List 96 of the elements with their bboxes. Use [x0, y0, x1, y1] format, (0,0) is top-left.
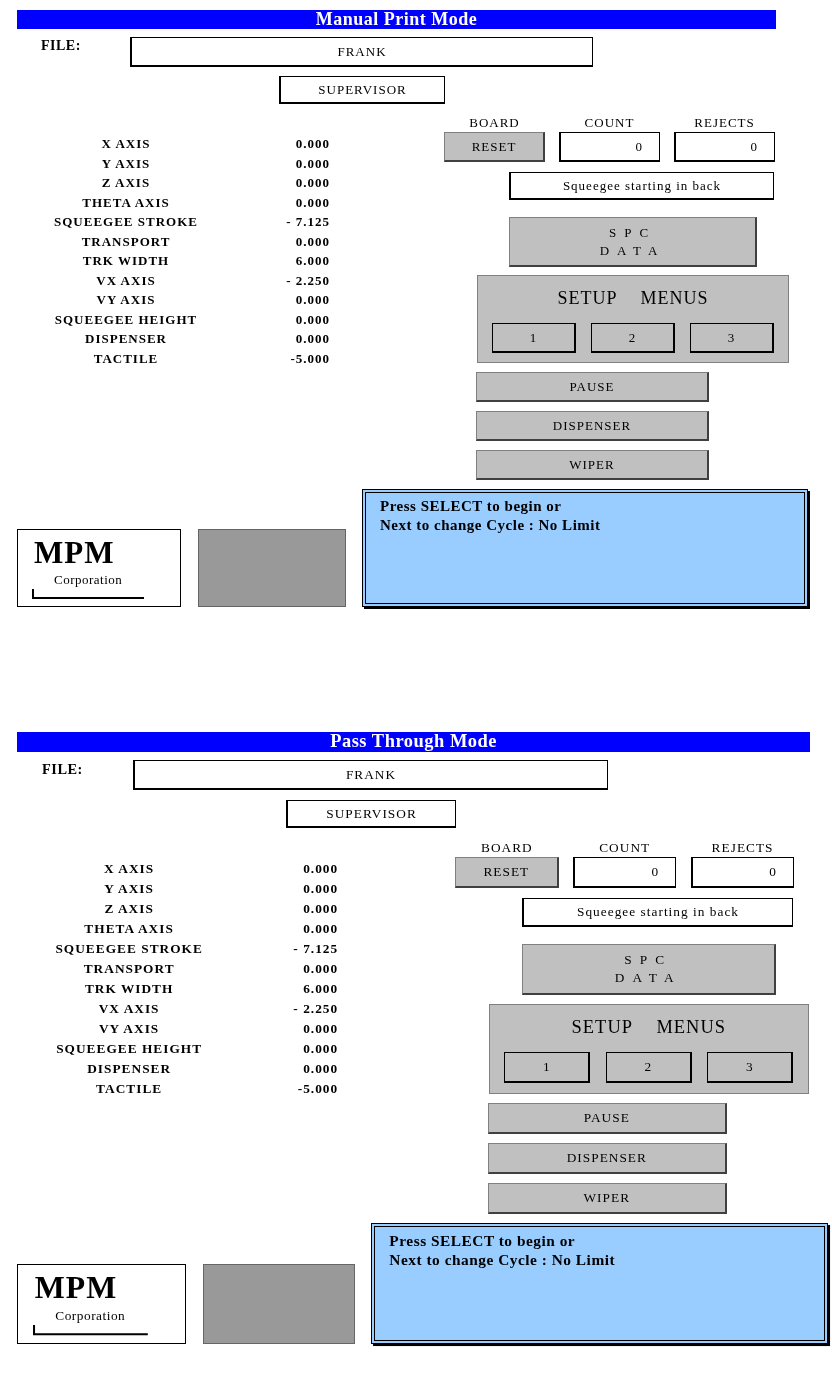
spc-data-button[interactable]: SPC DATA	[521, 944, 776, 996]
axis-value: 0.000	[294, 291, 330, 309]
message-text: Press SELECT to begin or	[389, 1231, 577, 1251]
count-field: 0	[572, 857, 677, 888]
axis-label: DISPENSER	[86, 1059, 173, 1078]
axis-value: - 7.125	[292, 940, 339, 959]
axis-label: SQUEEGEE STROKE	[53, 213, 199, 231]
axis-label: SQUEEGEE HEIGHT	[55, 1039, 204, 1058]
axis-label: VX AXIS	[97, 1000, 161, 1018]
count-field: 0	[559, 132, 660, 162]
axis-value: 0.000	[302, 1019, 339, 1038]
axis-label: DISPENSER	[84, 330, 168, 348]
axis-label: SQUEEGEE STROKE	[54, 940, 204, 959]
axis-label: TRANSPORT	[80, 232, 172, 251]
axis-value: 0.000	[294, 174, 330, 192]
logo-subtitle: Corporation	[54, 572, 123, 588]
file-field[interactable]: FRANK	[133, 759, 608, 791]
axis-label: VY AXIS	[97, 1019, 161, 1038]
user-level-field: SUPERVISOR	[279, 76, 445, 104]
count-label: COUNT	[583, 116, 636, 130]
user-level-field: SUPERVISOR	[285, 799, 457, 829]
status-field: Squeegee starting in back	[509, 172, 774, 200]
axis-value: - 2.250	[292, 1000, 339, 1018]
message-text: Press SELECT to begin or	[380, 497, 563, 516]
axis-label: TRK WIDTH	[83, 980, 175, 998]
file-field[interactable]: FRANK	[130, 37, 593, 67]
axis-value: 0.000	[294, 232, 330, 251]
rejects-label: REJECTS	[693, 116, 756, 130]
spc-data-button[interactable]: SPC DATA	[509, 217, 757, 267]
message-text: Next to change Cycle : No Limit	[380, 516, 602, 535]
axis-value: 0.000	[294, 135, 330, 153]
axis-label: THETA AXIS	[81, 193, 171, 212]
axis-label: TRANSPORT	[82, 960, 176, 978]
axis-value: 0.000	[302, 920, 339, 939]
setup-menu-button[interactable]: 1	[504, 1052, 591, 1083]
action-button[interactable]: WIPER	[476, 450, 709, 480]
reset-button[interactable]: RESET	[455, 857, 559, 888]
status-field: Squeegee starting in back	[521, 898, 794, 927]
message-text: Next to change Cycle : No Limit	[389, 1250, 617, 1270]
bracket-icon	[32, 1325, 148, 1336]
action-button[interactable]: WIPER	[487, 1182, 727, 1214]
axis-value: 0.000	[302, 860, 339, 879]
axis-value: 0.000	[302, 1059, 339, 1078]
axis-label: TRK WIDTH	[81, 252, 171, 270]
logo-subtitle: Corporation	[55, 1307, 126, 1325]
axis-label: X AXIS	[103, 860, 156, 879]
axis-label: SQUEEGEE HEIGHT	[53, 310, 199, 329]
setup-menu-button[interactable]: 3	[690, 323, 774, 353]
axis-label: TACTILE	[92, 349, 160, 368]
setup-menus-label: SETUP MENUS	[557, 288, 709, 309]
setup-menu-button[interactable]: 2	[591, 323, 675, 353]
axis-value: 6.000	[302, 980, 339, 998]
axis-value: 6.000	[294, 252, 330, 270]
count-label: COUNT	[598, 840, 652, 855]
board-label: BOARD	[480, 840, 534, 855]
axis-value: 0.000	[294, 310, 330, 329]
reset-button[interactable]: RESET	[444, 132, 545, 162]
mode-title-bar: Pass Through Mode	[17, 732, 810, 752]
setup-menu-button[interactable]: 2	[605, 1052, 692, 1083]
action-button[interactable]: DISPENSER	[487, 1142, 727, 1174]
axis-value: - 2.250	[285, 271, 330, 290]
axis-value: 0.000	[302, 960, 339, 978]
axis-label: Z AXIS	[100, 174, 152, 192]
axis-label: VX AXIS	[95, 271, 157, 290]
logo-text: MPM	[34, 536, 115, 570]
action-button[interactable]: PAUSE	[487, 1103, 727, 1134]
axis-label: Y AXIS	[100, 154, 152, 173]
mode-title-bar: Manual Print Mode	[17, 10, 776, 29]
axis-label: TACTILE	[95, 1079, 164, 1098]
axis-label: Z AXIS	[103, 900, 155, 919]
axis-label: X AXIS	[100, 135, 152, 153]
setup-menus-label: SETUP MENUS	[571, 1016, 727, 1038]
logo-text: MPM	[34, 1271, 118, 1306]
board-label: BOARD	[468, 116, 521, 130]
axis-value: 0.000	[302, 880, 339, 899]
axis-value: -5.000	[296, 1079, 339, 1098]
file-label: FILE:	[42, 759, 84, 779]
axis-value: 0.000	[294, 193, 330, 212]
axis-value: -5.000	[289, 349, 330, 368]
action-button[interactable]: PAUSE	[476, 372, 709, 402]
setup-menu-button[interactable]: 1	[492, 323, 576, 353]
file-label: FILE:	[41, 37, 82, 55]
rejects-label: REJECTS	[710, 840, 775, 855]
rejects-field: 0	[690, 857, 795, 888]
axis-value: - 7.125	[285, 213, 330, 231]
axis-label: Y AXIS	[103, 880, 155, 899]
action-button[interactable]: DISPENSER	[476, 411, 709, 441]
axis-value: 0.000	[294, 154, 330, 173]
rejects-field: 0	[674, 132, 775, 162]
axis-value: 0.000	[294, 330, 330, 348]
axis-value: 0.000	[302, 900, 339, 919]
bracket-icon	[32, 589, 144, 599]
setup-menu-button[interactable]: 3	[707, 1052, 794, 1083]
axis-value: 0.000	[302, 1039, 339, 1058]
axis-label: VY AXIS	[95, 291, 157, 309]
axis-label: THETA AXIS	[83, 920, 175, 939]
